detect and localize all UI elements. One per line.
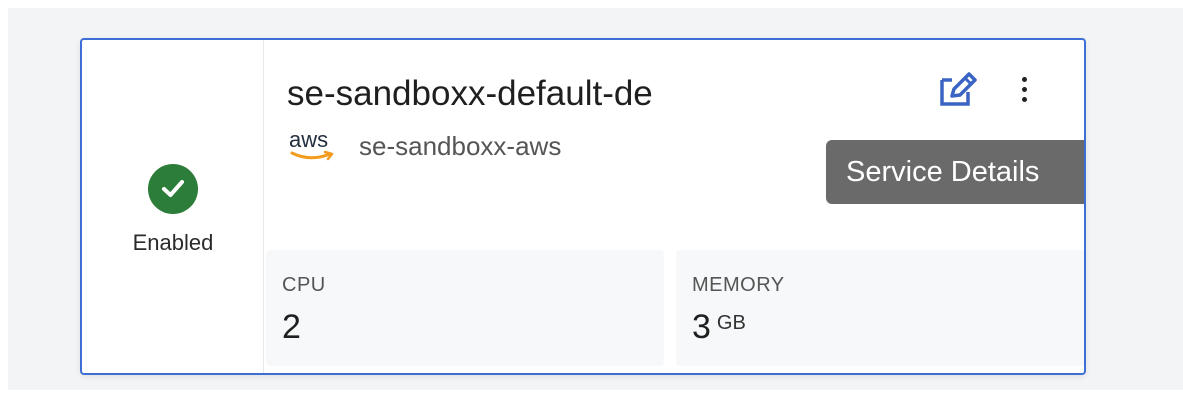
service-details-tooltip: Service Details	[826, 140, 1084, 204]
more-vertical-icon[interactable]	[1010, 72, 1038, 108]
cpu-value: 2	[282, 308, 301, 346]
status-label: Enabled	[132, 230, 214, 255]
more-dot	[1022, 97, 1027, 102]
edit-icon	[940, 72, 977, 106]
edit-button[interactable]	[938, 72, 978, 108]
service-card[interactable]: Enabled se-sandboxx-default-de aws se-sa…	[80, 38, 1086, 375]
more-dot	[1022, 87, 1027, 92]
aws-logo-icon: aws	[287, 126, 343, 166]
cpu-metric: CPU 2	[266, 250, 664, 366]
provider-row: aws se-sandboxx-aws	[287, 126, 561, 166]
memory-label: MEMORY	[692, 274, 785, 296]
memory-unit: GB	[716, 312, 746, 334]
service-name: se-sandboxx-default-de	[287, 74, 653, 113]
account-name: se-sandboxx-aws	[359, 130, 562, 161]
check-circle-icon	[148, 164, 198, 214]
memory-value: 3	[692, 308, 711, 346]
more-dot	[1022, 77, 1027, 82]
cpu-label: CPU	[282, 274, 326, 296]
status-column: Enabled	[82, 40, 264, 373]
memory-metric: MEMORY 3 GB	[676, 250, 1084, 366]
memory-value-row: 3 GB	[692, 308, 746, 347]
